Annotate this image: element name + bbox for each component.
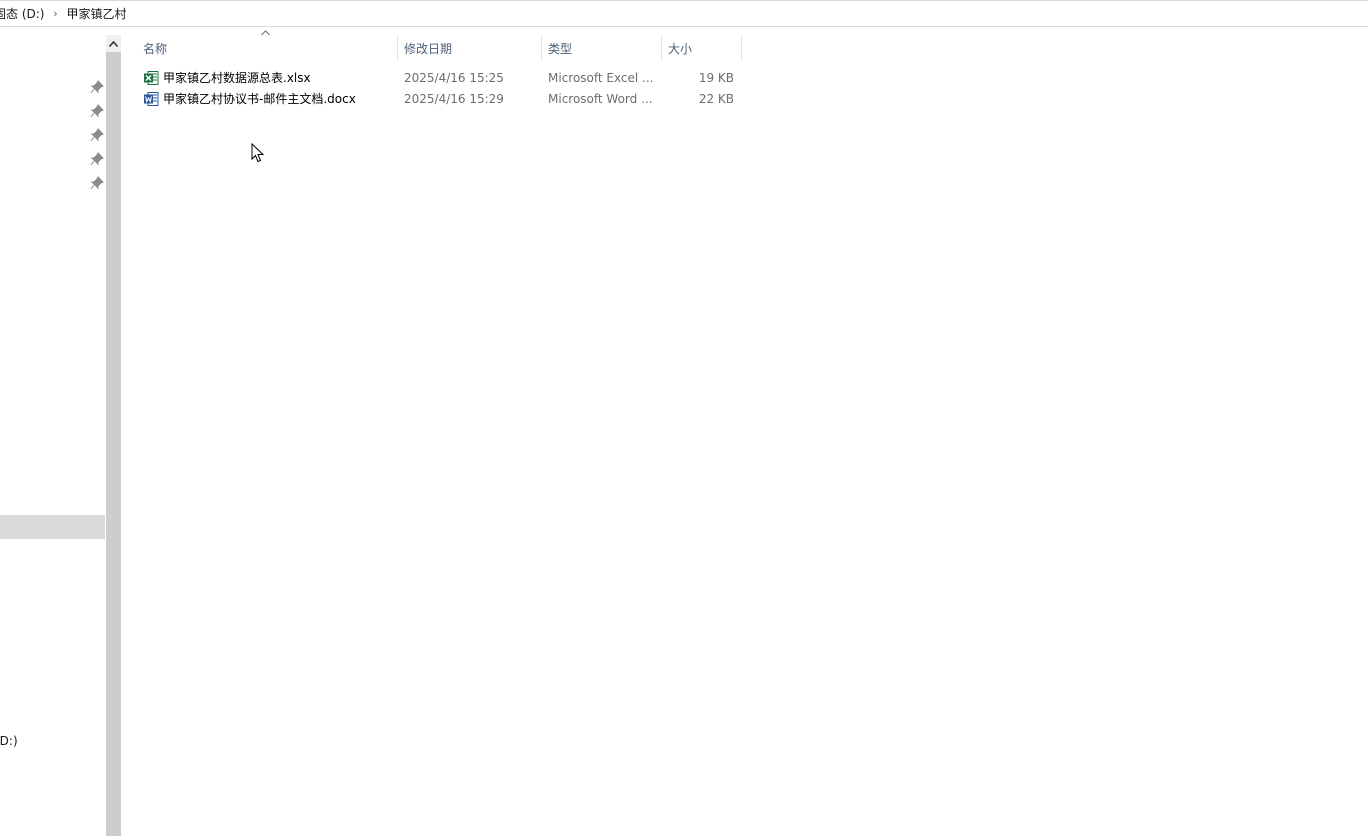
file-type: Microsoft Word ... — [548, 91, 653, 106]
navigation-pane: (D:) — [0, 27, 106, 836]
excel-file-icon — [144, 70, 159, 85]
column-header-size[interactable]: 大小 — [668, 35, 741, 61]
column-modified-label: 修改日期 — [404, 41, 453, 56]
file-size: 19 KB — [698, 70, 734, 85]
pin-icon[interactable] — [90, 176, 104, 190]
file-modified: 2025/4/16 15:25 — [404, 70, 504, 85]
column-divider[interactable] — [541, 35, 542, 61]
column-size-label: 大小 — [668, 41, 693, 56]
file-name-cell[interactable]: 甲家镇乙村数据源总表.xlsx — [143, 67, 311, 88]
nav-scrollbar[interactable] — [106, 35, 121, 836]
column-type-label: 类型 — [548, 41, 573, 56]
column-header-name[interactable]: 名称 — [143, 35, 397, 61]
scroll-up-icon[interactable] — [106, 35, 121, 52]
pin-icon[interactable] — [90, 128, 104, 142]
word-file-icon — [144, 91, 159, 106]
scrollbar-thumb[interactable] — [106, 52, 121, 836]
file-row[interactable]: 甲家镇乙村协议书-邮件主文档.docx 2025/4/16 15:29 Micr… — [122, 88, 742, 109]
nav-item-selected[interactable] — [0, 515, 105, 539]
address-bar[interactable]: 固态 (D:) › 甲家镇乙村 — [0, 0, 1368, 27]
file-name-cell[interactable]: 甲家镇乙村协议书-邮件主文档.docx — [143, 88, 356, 109]
file-name: 甲家镇乙村协议书-邮件主文档.docx — [163, 92, 356, 106]
column-divider[interactable] — [741, 35, 742, 61]
file-type: Microsoft Excel ... — [548, 70, 654, 85]
column-header-type[interactable]: 类型 — [548, 35, 661, 61]
file-row[interactable]: 甲家镇乙村数据源总表.xlsx 2025/4/16 15:25 Microsof… — [122, 67, 742, 88]
file-modified: 2025/4/16 15:29 — [404, 91, 504, 106]
column-header-modified[interactable]: 修改日期 — [404, 35, 541, 61]
nav-item-drive-d[interactable]: (D:) — [0, 734, 18, 748]
mouse-cursor-icon — [251, 143, 264, 163]
breadcrumb-drive[interactable]: 固态 (D:) — [0, 5, 44, 22]
chevron-right-icon[interactable]: › — [44, 7, 66, 20]
pin-icon[interactable] — [90, 80, 104, 94]
pin-icon[interactable] — [90, 104, 104, 118]
breadcrumb-folder[interactable]: 甲家镇乙村 — [66, 5, 126, 22]
file-name: 甲家镇乙村数据源总表.xlsx — [163, 71, 311, 85]
column-divider[interactable] — [661, 35, 662, 61]
file-size: 22 KB — [698, 91, 734, 106]
pin-icon[interactable] — [90, 152, 104, 166]
nav-drive-label: (D:) — [0, 734, 18, 748]
column-name-label: 名称 — [143, 41, 168, 56]
file-list: 名称 修改日期 类型 大小 甲家镇乙村数据源总表.xlsx 2025/4/16 … — [122, 27, 1368, 836]
column-divider[interactable] — [397, 35, 398, 61]
